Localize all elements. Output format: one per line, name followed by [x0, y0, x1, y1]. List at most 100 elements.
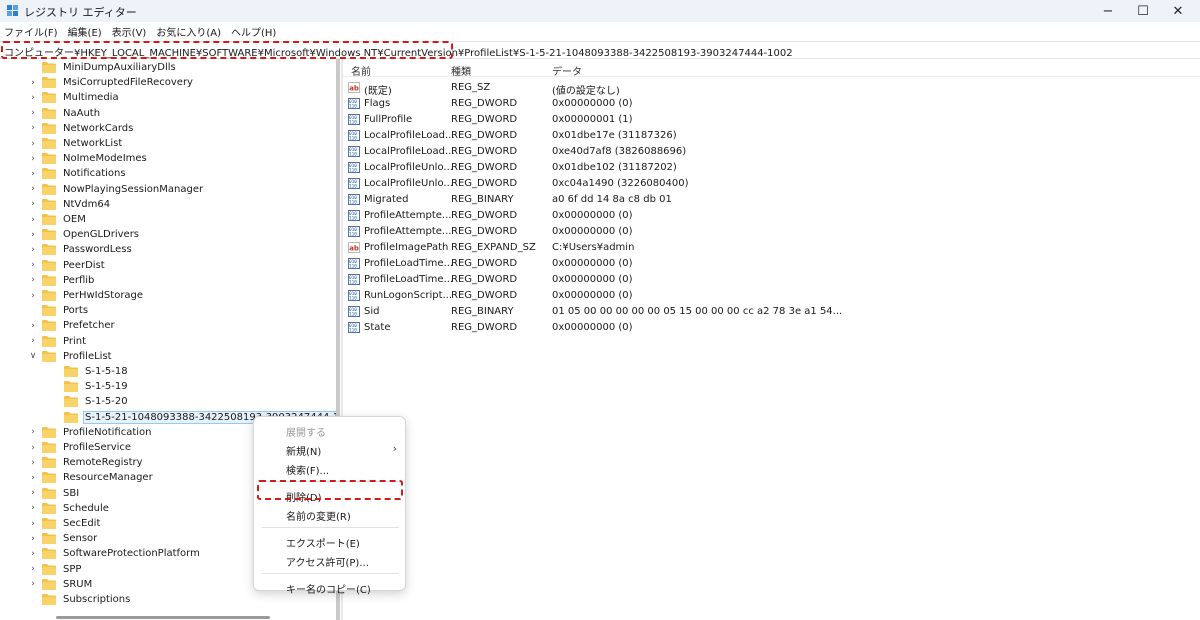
- tree-node[interactable]: › OpenGLDrivers: [28, 227, 141, 242]
- tree-node[interactable]: › NoImeModeImes: [28, 151, 149, 166]
- column-header-type[interactable]: 種類: [451, 63, 471, 78]
- tree-node[interactable]: › Prefetcher: [28, 318, 117, 333]
- tree-node[interactable]: › SecEdit: [28, 516, 102, 531]
- tree-node[interactable]: Ports: [28, 303, 90, 318]
- menu-item-3[interactable]: お気に入り(A): [156, 24, 221, 39]
- tree-node[interactable]: › SRUM: [28, 577, 94, 592]
- chevron-right-icon[interactable]: ›: [28, 334, 38, 349]
- tree-node[interactable]: › SBI: [28, 486, 81, 501]
- value-row[interactable]: ab ProfileImagePath REG_EXPAND_SZ C:¥Users¥…: [343, 240, 1200, 256]
- chevron-right-icon[interactable]: ›: [28, 242, 38, 257]
- chevron-right-icon[interactable]: ›: [28, 75, 38, 90]
- chevron-right-icon[interactable]: ›: [28, 136, 38, 151]
- tree-node[interactable]: › PerHwIdStorage: [28, 288, 145, 303]
- tree-node[interactable]: › SoftwareProtectionPlatform: [28, 546, 202, 561]
- chevron-right-icon[interactable]: ›: [28, 182, 38, 197]
- tree-node[interactable]: › Multimedia: [28, 90, 121, 105]
- value-row[interactable]: 010 110 ProfileLoadTime... REG_DWORD 0x00000…: [343, 272, 1200, 288]
- tree-node[interactable]: › Notifications: [28, 166, 128, 181]
- chevron-right-icon[interactable]: ›: [28, 531, 38, 546]
- value-row[interactable]: 010 110 ProfileAttempte... REG_DWORD 0x00000…: [343, 224, 1200, 240]
- tree-node[interactable]: S-1-5-18: [50, 364, 130, 379]
- tree-node[interactable]: › OEM: [28, 212, 88, 227]
- context-menu-item[interactable]: エクスポート(E): [254, 532, 407, 550]
- tree-node[interactable]: › Perflib: [28, 273, 96, 288]
- tree-node[interactable]: › PasswordLess: [28, 242, 134, 257]
- chevron-right-icon[interactable]: ›: [28, 455, 38, 470]
- tree-node[interactable]: › NowPlayingSessionManager: [28, 182, 205, 197]
- chevron-right-icon[interactable]: ›: [28, 90, 38, 105]
- tree-horizontal-scrollbar[interactable]: [56, 616, 270, 619]
- tree-node[interactable]: › ResourceManager: [28, 470, 155, 485]
- value-row[interactable]: 010 110 LocalProfileUnlo... REG_DWORD 0xc04a…: [343, 176, 1200, 192]
- value-row[interactable]: 010 110 LocalProfileUnlo... REG_DWORD 0x01db…: [343, 160, 1200, 176]
- tree-node[interactable]: › ProfileNotification: [28, 425, 153, 440]
- chevron-right-icon[interactable]: ›: [28, 121, 38, 136]
- chevron-right-icon[interactable]: ›: [28, 273, 38, 288]
- menu-item-2[interactable]: 表示(V): [112, 24, 147, 39]
- address-path[interactable]: コンピューター¥HKEY_LOCAL_MACHINE¥SOFTWARE¥Micr…: [4, 44, 793, 59]
- value-row[interactable]: 010 110 State REG_DWORD 0x00000000 (0): [343, 320, 1200, 336]
- tree-node[interactable]: › NaAuth: [28, 106, 102, 121]
- chevron-right-icon[interactable]: ›: [28, 106, 38, 121]
- tree-node[interactable]: › ProfileService: [28, 440, 133, 455]
- chevron-right-icon[interactable]: ›: [28, 577, 38, 592]
- tree-node[interactable]: › MsiCorruptedFileRecovery: [28, 75, 195, 90]
- close-button[interactable]: ✕: [1155, 0, 1200, 22]
- tree-node[interactable]: › Print: [28, 334, 88, 349]
- chevron-right-icon[interactable]: ›: [28, 440, 38, 455]
- chevron-right-icon[interactable]: ›: [28, 486, 38, 501]
- context-menu-item[interactable]: 削除(D): [254, 486, 407, 504]
- tree-node[interactable]: › Sensor: [28, 531, 99, 546]
- tree-node[interactable]: › Schedule: [28, 501, 111, 516]
- value-row[interactable]: 010 110 ProfileLoadTime... REG_DWORD 0x00000…: [343, 256, 1200, 272]
- value-row[interactable]: 010 110 Migrated REG_BINARY a0 6f dd 14 8a c…: [343, 192, 1200, 208]
- chevron-down-icon[interactable]: ∨: [28, 349, 38, 364]
- chevron-right-icon[interactable]: ›: [28, 318, 38, 333]
- values-pane[interactable]: 名前 種類 データ ab (既定) REG_SZ (値の設定なし) 010 110 Flag…: [343, 59, 1200, 620]
- chevron-right-icon[interactable]: ›: [28, 425, 38, 440]
- value-row[interactable]: 010 110 Flags REG_DWORD 0x00000000 (0): [343, 96, 1200, 112]
- chevron-right-icon[interactable]: ›: [28, 288, 38, 303]
- chevron-right-icon[interactable]: ›: [28, 166, 38, 181]
- value-row[interactable]: 010 110 LocalProfileLoad... REG_DWORD 0x01db…: [343, 128, 1200, 144]
- value-row[interactable]: 010 110 RunLogonScript... REG_DWORD 0x000000…: [343, 288, 1200, 304]
- context-menu-item[interactable]: 新規(N) ›: [254, 440, 407, 458]
- value-row[interactable]: ab (既定) REG_SZ (値の設定なし): [343, 80, 1200, 97]
- context-menu-item[interactable]: 検索(F)...: [254, 459, 407, 477]
- chevron-right-icon[interactable]: ›: [28, 258, 38, 273]
- menu-item-0[interactable]: ファイル(F): [4, 24, 58, 39]
- tree-node[interactable]: MiniDumpAuxiliaryDlls: [28, 60, 178, 75]
- tree-node[interactable]: ∨ ProfileList: [28, 349, 114, 364]
- context-menu-item[interactable]: キー名のコピー(C): [254, 578, 407, 596]
- value-row[interactable]: 010 110 ProfileAttempte... REG_DWORD 0x00000…: [343, 208, 1200, 224]
- tree-node[interactable]: › SPP: [28, 562, 83, 577]
- tree-node[interactable]: › PeerDist: [28, 258, 107, 273]
- chevron-right-icon[interactable]: ›: [28, 562, 38, 577]
- address-bar[interactable]: コンピューター¥HKEY_LOCAL_MACHINE¥SOFTWARE¥Micr…: [0, 41, 1200, 59]
- chevron-right-icon[interactable]: ›: [28, 516, 38, 531]
- chevron-right-icon[interactable]: ›: [28, 501, 38, 516]
- menu-item-4[interactable]: ヘルプ(H): [231, 24, 276, 39]
- tree-node[interactable]: › NetworkCards: [28, 121, 135, 136]
- tree-node[interactable]: › NtVdm64: [28, 197, 112, 212]
- menu-item-1[interactable]: 編集(E): [68, 24, 102, 39]
- chevron-right-icon[interactable]: ›: [28, 197, 38, 212]
- tree-node[interactable]: › RemoteRegistry: [28, 455, 145, 470]
- tree-node[interactable]: S-1-5-20: [50, 394, 130, 409]
- tree-node[interactable]: › NetworkList: [28, 136, 124, 151]
- value-row[interactable]: 010 110 Sid REG_BINARY 01 05 00 00 00 00 00 …: [343, 304, 1200, 320]
- tree-node[interactable]: Subscriptions: [28, 592, 132, 607]
- value-row[interactable]: 010 110 LocalProfileLoad... REG_DWORD 0xe40d…: [343, 144, 1200, 160]
- chevron-right-icon[interactable]: ›: [28, 546, 38, 561]
- chevron-right-icon[interactable]: ›: [28, 227, 38, 242]
- column-header-data[interactable]: データ: [552, 63, 582, 78]
- chevron-right-icon[interactable]: ›: [28, 470, 38, 485]
- chevron-right-icon[interactable]: ›: [28, 212, 38, 227]
- context-menu-item[interactable]: アクセス許可(P)...: [254, 551, 407, 569]
- chevron-right-icon[interactable]: ›: [28, 151, 38, 166]
- value-row[interactable]: 010 110 FullProfile REG_DWORD 0x00000001 (1): [343, 112, 1200, 128]
- tree-node[interactable]: S-1-5-19: [50, 379, 130, 394]
- context-menu-item[interactable]: 名前の変更(R): [254, 505, 407, 523]
- column-header-name[interactable]: 名前: [351, 63, 371, 78]
